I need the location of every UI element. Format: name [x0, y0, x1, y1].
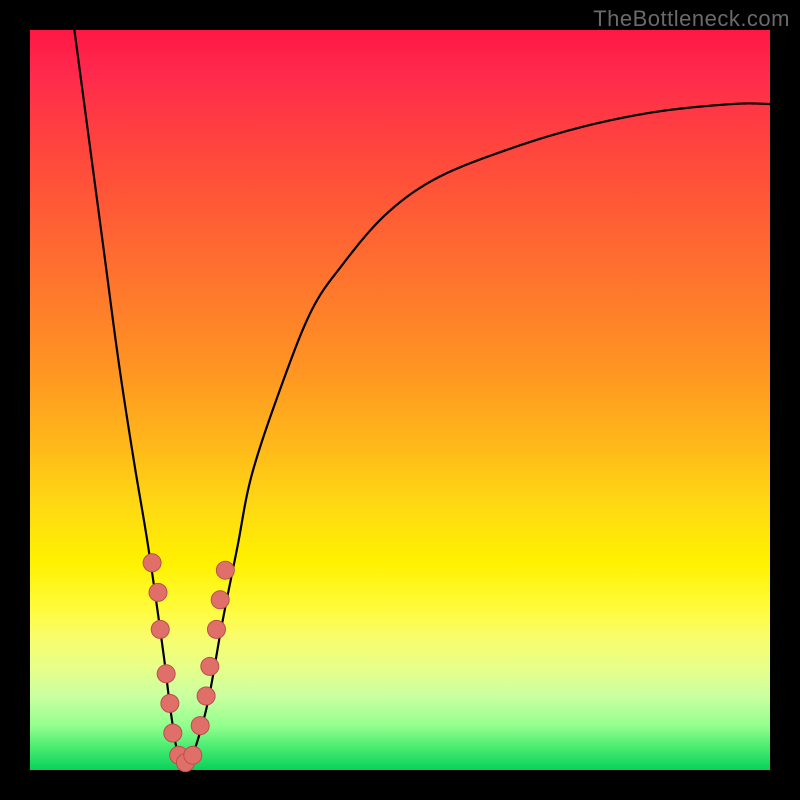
plot-area: [30, 30, 770, 770]
data-marker: [201, 657, 219, 675]
data-marker: [151, 620, 169, 638]
bottleneck-curve: [74, 30, 770, 770]
data-marker: [216, 561, 234, 579]
data-markers: [143, 554, 234, 772]
data-marker: [197, 687, 215, 705]
watermark-text: TheBottleneck.com: [593, 6, 790, 32]
data-marker: [161, 694, 179, 712]
chart-canvas: TheBottleneck.com: [0, 0, 800, 800]
chart-svg: [30, 30, 770, 770]
data-marker: [207, 620, 225, 638]
data-marker: [164, 724, 182, 742]
data-marker: [143, 554, 161, 572]
data-marker: [149, 583, 167, 601]
data-marker: [184, 746, 202, 764]
data-marker: [157, 665, 175, 683]
data-marker: [211, 591, 229, 609]
data-marker: [191, 717, 209, 735]
